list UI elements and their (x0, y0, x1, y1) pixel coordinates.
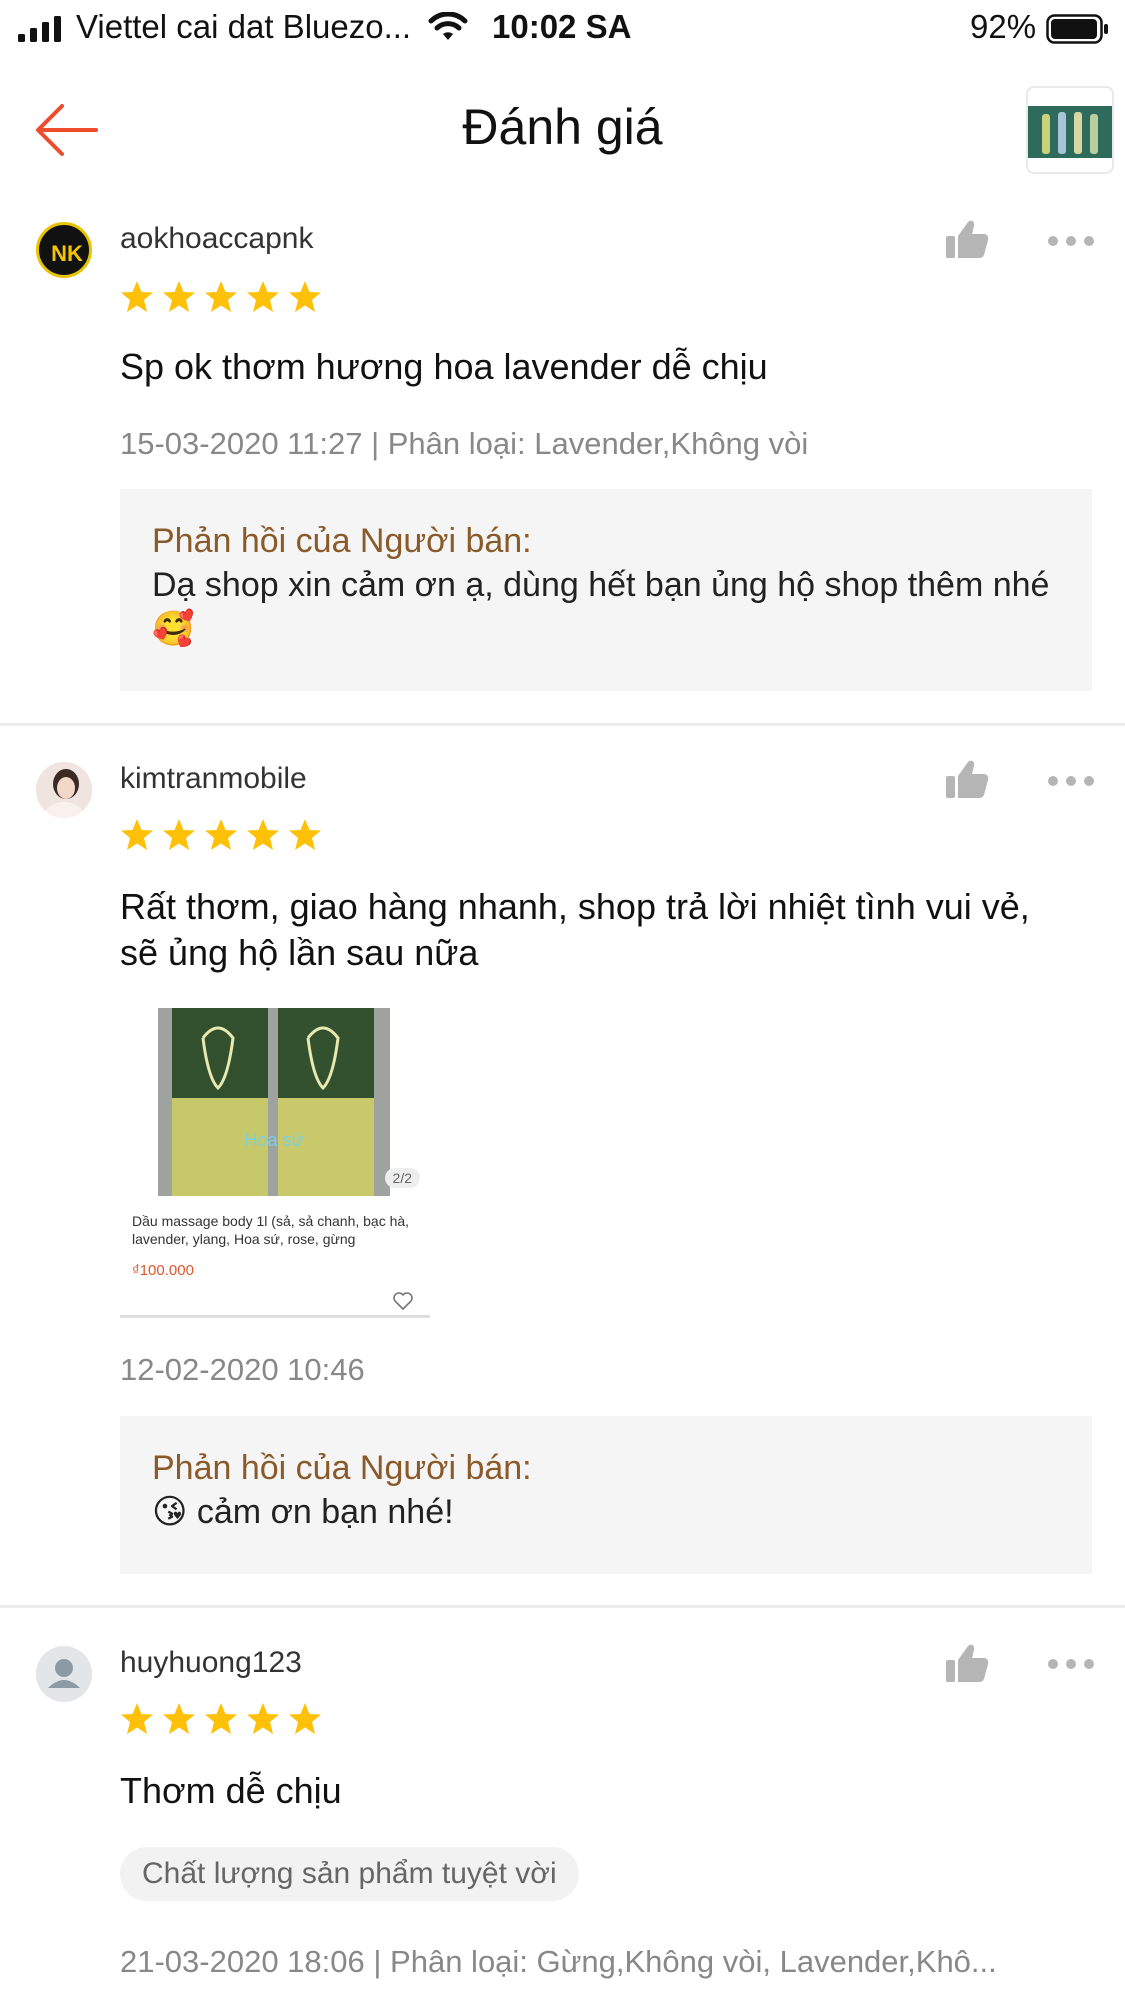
review-text: Thơm dễ chịu (120, 1770, 342, 1811)
avatar-photo (36, 762, 92, 818)
product-thumbnail[interactable] (1026, 86, 1114, 174)
product-card-price: ₫100.000 (132, 1262, 194, 1279)
star-icon (205, 1703, 237, 1734)
photo-count-badge: 2/2 (384, 1168, 420, 1188)
status-bar: Viettel cai dat Bluezo... 10:02 SA 92% (0, 0, 1125, 58)
star-icon (121, 281, 153, 312)
review-tag-chip: Chất lượng sản phẩm tuyệt vời (120, 1847, 579, 1901)
star-icon (121, 819, 153, 850)
avatar[interactable] (36, 762, 92, 818)
review-divider (0, 1605, 1125, 1608)
review-divider (0, 723, 1125, 726)
heart-icon[interactable] (392, 1290, 414, 1312)
star-icon (121, 1703, 153, 1734)
like-thumb-icon[interactable] (944, 218, 990, 260)
reviewer-username[interactable]: aokhoaccapnk (120, 222, 313, 256)
wifi-icon (428, 12, 468, 40)
battery-icon (1046, 14, 1108, 44)
carrier-name: Viettel cai dat Bluezo... (76, 8, 412, 45)
svg-text:NK: NK (51, 241, 83, 266)
avatar[interactable] (36, 1646, 92, 1702)
star-icon (289, 1703, 321, 1734)
avatar[interactable]: NK (36, 222, 92, 278)
star-icon (247, 819, 279, 850)
product-thumbnail-image (1028, 106, 1112, 158)
avatar-logo: NK (51, 241, 83, 266)
review-meta: 21-03-2020 18:06 | Phân loại: Gừng,Không… (120, 1944, 997, 1979)
review-meta: 15-03-2020 11:27 | Phân loại: Lavender,K… (120, 426, 809, 461)
review-photo-card[interactable]: Hoa sứ 2/2 Dầu massage body 1l (sả, sả c… (120, 1008, 430, 1318)
review-text: Sp ok thơm hương hoa lavender dễ chịu (120, 346, 768, 387)
svg-text:Hoa sứ: Hoa sứ (244, 1130, 303, 1150)
star-icon (205, 281, 237, 312)
star-icon (163, 281, 195, 312)
seller-reply-label: Phản hồi của Người bán: (152, 522, 532, 560)
star-rating (120, 280, 322, 316)
reviewer-username[interactable]: huyhuong123 (120, 1646, 302, 1680)
seller-reply-text: Dạ shop xin cảm ơn ạ, dùng hết bạn ủng h… (152, 566, 1050, 648)
nav-bar: Đánh giá (0, 58, 1125, 208)
oil-bottles-photo: Hoa sứ (158, 1008, 390, 1196)
review-photo: Hoa sứ (158, 1008, 390, 1196)
star-icon (205, 819, 237, 850)
star-icon (247, 281, 279, 312)
seller-reply: Phản hồi của Người bán: Dạ shop xin cảm … (120, 489, 1092, 691)
star-rating (120, 1702, 322, 1738)
seller-reply-text: 😘 cảm ơn bạn nhé! (152, 1493, 454, 1531)
review-text: Rất thơm, giao hàng nhanh, shop trả lời … (120, 886, 1030, 973)
like-thumb-icon[interactable] (944, 1642, 990, 1684)
page-title: Đánh giá (462, 99, 663, 155)
signal-icon (18, 16, 61, 42)
star-icon (247, 1703, 279, 1734)
star-icon (289, 819, 321, 850)
clock-time: 10:02 SA (492, 8, 632, 45)
review-meta: 12-02-2020 10:46 (120, 1352, 365, 1387)
more-options-icon[interactable] (1046, 234, 1096, 248)
battery-percent: 92% (970, 8, 1037, 45)
star-icon (163, 1703, 195, 1734)
reviewer-username[interactable]: kimtranmobile (120, 762, 307, 796)
default-avatar-icon (36, 1646, 92, 1702)
star-rating (120, 818, 322, 854)
more-options-icon[interactable] (1046, 1657, 1096, 1671)
star-icon (289, 281, 321, 312)
product-card-title: Dầu massage body 1l (sả, sả chanh, bạc h… (132, 1213, 410, 1247)
seller-reply: Phản hồi của Người bán: 😘 cảm ơn bạn nhé… (120, 1416, 1092, 1574)
more-options-icon[interactable] (1046, 774, 1096, 788)
like-thumb-icon[interactable] (944, 758, 990, 800)
seller-reply-label: Phản hồi của Người bán: (152, 1449, 532, 1487)
star-icon (163, 819, 195, 850)
